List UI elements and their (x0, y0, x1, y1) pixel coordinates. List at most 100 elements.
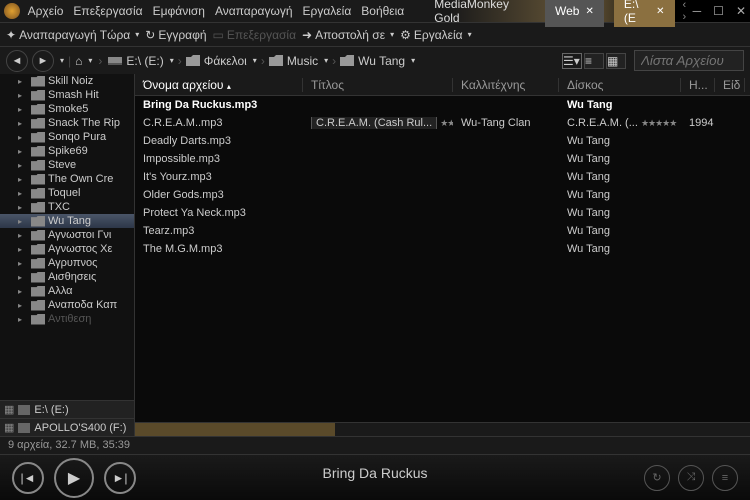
folder-icon (31, 174, 45, 185)
expand-icon[interactable]: ▸ (18, 161, 28, 170)
horizontal-scrollbar[interactable] (135, 422, 750, 436)
folder-icon (31, 286, 45, 297)
equalizer-button[interactable]: ≡ (712, 465, 738, 491)
col-year[interactable]: Η... (681, 78, 715, 92)
col-filename[interactable]: Όνομα αρχείου ▴ (135, 78, 303, 92)
home-button[interactable]: ⌂▾ (75, 54, 92, 68)
expand-icon[interactable]: ▸ (18, 105, 28, 114)
record-button[interactable]: ↻ Εγγραφή (145, 28, 206, 42)
tree-folder-item[interactable]: ▸Αλλα (0, 284, 134, 298)
expand-icon[interactable]: ▸ (18, 147, 28, 156)
tab-nav[interactable]: ‹ › (683, 0, 693, 23)
tree-folder-item[interactable]: ▸Spike69 (0, 144, 134, 158)
send-to-button[interactable]: ➜ Αποστολή σε▾ (302, 28, 394, 42)
next-track-button[interactable]: ►| (104, 462, 136, 494)
play-button[interactable]: ▶ (54, 458, 94, 498)
tree-folder-item[interactable]: ▸Smash Hit (0, 88, 134, 102)
expand-icon[interactable]: ▸ (18, 175, 28, 184)
tools-button[interactable]: ⚙ Εργαλεία▾ (400, 28, 472, 42)
breadcrumb-item[interactable]: E:\ (E:)▾ (108, 54, 173, 68)
col-album[interactable]: Δίσκος (559, 78, 681, 92)
tree-folder-item[interactable]: ▸Toquel (0, 186, 134, 200)
history-dropdown[interactable]: ▾ (60, 56, 64, 65)
expand-icon[interactable]: ▸ (18, 77, 28, 86)
minimize-icon[interactable]: ─ (693, 4, 702, 18)
tree-folder-item[interactable]: ▸Αισθησεις (0, 270, 134, 284)
col-artist[interactable]: Καλλιτέχνης (453, 78, 559, 92)
col-title[interactable]: Τίτλος (303, 78, 453, 92)
file-row[interactable]: C.R.E.A.M..mp3 C.R.E.A.M. (Cash Rul... ★… (135, 114, 750, 132)
folder-icon (31, 76, 45, 87)
view-grid-button[interactable]: ▦ (606, 53, 626, 69)
tree-folder-item[interactable]: ▸Αγρυπνος (0, 256, 134, 270)
menu-Βοήθεια[interactable]: Βοήθεια (361, 4, 404, 18)
breadcrumb-item[interactable]: Music▾ (269, 54, 328, 68)
play-now-button[interactable]: ✦ Αναπαραγωγή Τώρα▾ (6, 28, 139, 42)
close-icon[interactable]: ✕ (736, 4, 746, 18)
expand-icon[interactable]: ▸ (18, 245, 28, 254)
drive-item[interactable]: ▦APOLLO'S400 (F:) (0, 418, 134, 436)
drive-item[interactable]: ▦E:\ (E:) (0, 400, 134, 418)
menu-Αρχείο[interactable]: Αρχείο (28, 4, 64, 18)
repeat-button[interactable]: ↻ (644, 465, 670, 491)
file-row[interactable]: Deadly Darts.mp3 Wu Tang (135, 132, 750, 150)
close-icon[interactable]: ✕ (585, 6, 593, 17)
expand-icon[interactable]: ▸ (18, 189, 28, 198)
tree-folder-item[interactable]: ▸Wu Tang (0, 214, 134, 228)
tab[interactable]: E:\ (E ✕ (614, 0, 675, 27)
tree-folder-item[interactable]: ▸Sonqo Pura (0, 130, 134, 144)
menu-Επεξεργασία[interactable]: Επεξεργασία (73, 4, 142, 18)
menu-Εμφάνιση[interactable]: Εμφάνιση (153, 4, 205, 18)
tree-folder-item[interactable]: ▸Αναποδα Καπ (0, 298, 134, 312)
prev-track-button[interactable]: |◄ (12, 462, 44, 494)
expand-icon[interactable]: ▸ (18, 133, 28, 142)
maximize-icon[interactable]: ☐ (713, 4, 724, 18)
folder-icon (31, 216, 45, 227)
tree-folder-item[interactable]: ▸Snack The Rip (0, 116, 134, 130)
tree-folder-item[interactable]: ▸The Own Cre (0, 172, 134, 186)
breadcrumb-item[interactable]: Wu Tang▾ (340, 54, 415, 68)
menu-Αναπαραγωγή[interactable]: Αναπαραγωγή (215, 4, 293, 18)
file-row[interactable]: The M.G.M.mp3 Wu Tang (135, 240, 750, 258)
tree-folder-item[interactable]: ▸Αντιθεση (0, 312, 134, 326)
search-input[interactable] (634, 50, 744, 71)
group-header-row[interactable]: Bring Da Ruckus.mp3 Wu Tang (135, 96, 750, 114)
back-button[interactable]: ◄ (6, 50, 28, 72)
rating-stars[interactable]: ★★★★★ (440, 118, 453, 128)
tree-folder-item[interactable]: ▸Skill Noiz (0, 74, 134, 88)
expand-icon[interactable]: ▸ (18, 287, 28, 296)
shuffle-button[interactable]: ⤨ (678, 465, 704, 491)
view-list-button[interactable]: ☰▾ (562, 53, 582, 69)
expand-icon[interactable]: ▸ (18, 203, 28, 212)
menubar: Αρχείο Επεξεργασία Εμφάνιση Αναπαραγωγή Εργα… (28, 4, 415, 18)
expand-icon[interactable]: ▸ (18, 91, 28, 100)
tab[interactable]: Web ✕ (545, 0, 604, 27)
expand-icon[interactable]: ▸ (18, 231, 28, 240)
file-row[interactable]: It's Yourz.mp3 Wu Tang (135, 168, 750, 186)
rating-stars[interactable]: ★★★★★ (641, 118, 676, 128)
expand-icon[interactable]: ▸ (18, 259, 28, 268)
expand-icon[interactable]: ▸ (18, 301, 28, 310)
breadcrumb-item[interactable]: Φάκελοι▾ (186, 54, 257, 68)
file-row[interactable]: Tearz.mp3 Wu Tang (135, 222, 750, 240)
file-row[interactable]: Impossible.mp3 Wu Tang (135, 150, 750, 168)
close-icon[interactable]: ✕ (656, 6, 664, 17)
tree-folder-item[interactable]: ▸Steve (0, 158, 134, 172)
forward-button[interactable]: ► (32, 50, 54, 72)
menu-Εργαλεία[interactable]: Εργαλεία (303, 4, 352, 18)
file-row[interactable]: Older Gods.mp3 Wu Tang (135, 186, 750, 204)
expand-icon[interactable]: ▸ (18, 315, 28, 324)
file-row[interactable]: Protect Ya Neck.mp3 Wu Tang (135, 204, 750, 222)
drive-icon (18, 405, 30, 415)
expand-icon[interactable]: ▸ (18, 119, 28, 128)
view-detail-button[interactable]: ≡ (584, 53, 604, 69)
expand-icon[interactable]: ▸ (18, 273, 28, 282)
tree-folder-item[interactable]: ▸Smoke5 (0, 102, 134, 116)
now-playing-title: Bring Da Ruckus (322, 465, 427, 481)
folder-icon (31, 230, 45, 241)
tree-folder-item[interactable]: ▸Αγνωστοι Γνι (0, 228, 134, 242)
expand-icon[interactable]: ▸ (18, 217, 28, 226)
tree-folder-item[interactable]: ▸Αγνωστος Χε (0, 242, 134, 256)
col-kind[interactable]: Είδ (715, 78, 745, 92)
tree-folder-item[interactable]: ▸TXC (0, 200, 134, 214)
